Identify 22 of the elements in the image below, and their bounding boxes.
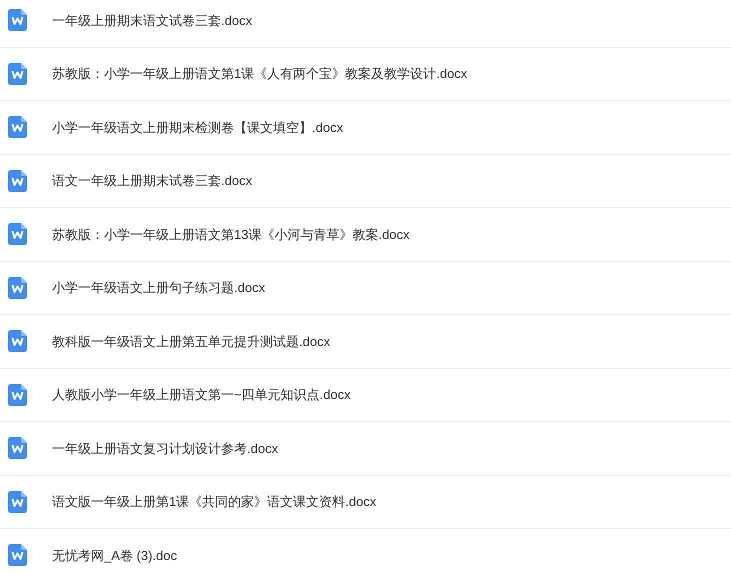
word-file-icon <box>8 223 27 246</box>
word-file-icon <box>8 330 27 352</box>
file-name[interactable]: 苏教版：小学一年级上册语文第1课《人有两个宝》教案及教学设计.docx <box>52 64 468 84</box>
file-name[interactable]: 人教版小学一年级上册语文第一~四单元知识点.docx <box>52 385 351 404</box>
file-name[interactable]: 小学一年级语文上册期末检测卷【课文填空】.docx <box>52 118 344 137</box>
word-file-icon <box>8 384 27 406</box>
file-name[interactable]: 一年级上册语文复习计划设计参考.docx <box>52 438 278 458</box>
word-file-icon <box>8 62 27 85</box>
word-file-icon <box>8 9 27 32</box>
file-name[interactable]: 语文版一年级上册第1课《共同的家》语文课文资料.docx <box>52 492 376 512</box>
file-name[interactable]: 无忧考网_A卷 (3).doc <box>52 546 177 565</box>
file-name[interactable]: 小学一年级语文上册句子练习题.docx <box>52 278 266 298</box>
word-file-icon <box>8 437 27 460</box>
file-name[interactable]: 语文一年级上册期末试卷三套.docx <box>52 171 252 190</box>
word-file-icon <box>8 490 27 513</box>
file-name[interactable]: 教科版一年级语文上册第五单元提升测试题.docx <box>52 332 330 351</box>
file-name[interactable]: 一年级上册期末语文试卷三套.docx <box>52 10 252 30</box>
word-file-icon <box>8 170 27 192</box>
word-file-icon <box>8 276 27 299</box>
word-file-icon <box>8 544 27 566</box>
word-file-icon <box>8 116 27 138</box>
file-name[interactable]: 苏教版：小学一年级上册语文第13课《小河与青草》教案.docx <box>52 224 410 244</box>
